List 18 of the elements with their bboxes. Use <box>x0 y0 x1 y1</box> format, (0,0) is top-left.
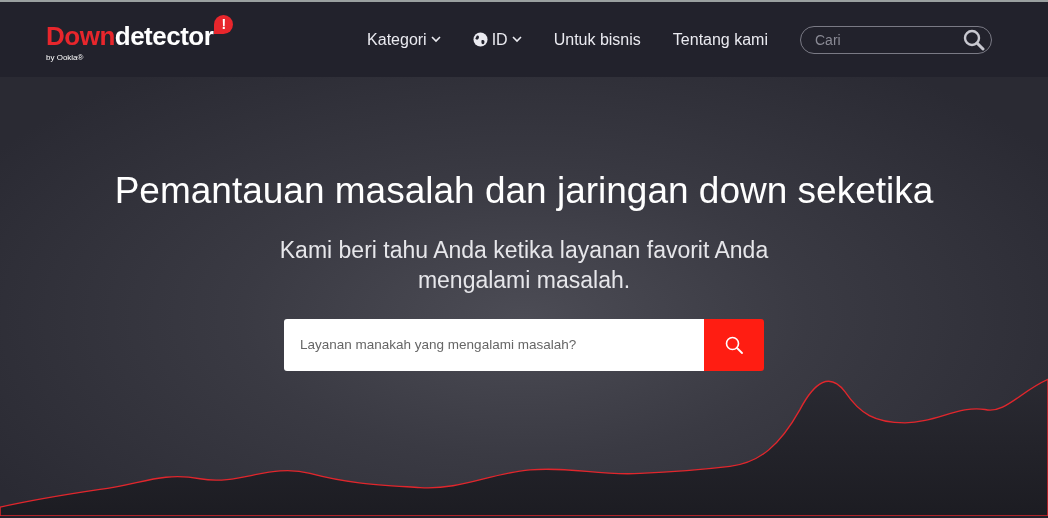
globe-icon <box>472 32 488 47</box>
caret-icon <box>430 36 441 43</box>
search-icon <box>963 28 985 51</box>
logo-tagline: by Ookla® <box>46 52 85 64</box>
search-field[interactable]: Cari <box>800 25 992 54</box>
language-dropdown[interactable]: ID <box>472 27 522 52</box>
nav-link[interactable]: Untuk bisnis <box>553 27 641 52</box>
hero-title: Pemantauan masalah dan jaringan down seketika <box>113 169 935 213</box>
logo[interactable]: Downdetector ! by Ookla® <box>46 15 234 64</box>
hero-subtitle: Kami beri tahu Anda ketika layanan favorit Anda mengalami masalah. <box>278 236 770 296</box>
nav-link[interactable]: Tentang kami <box>672 27 768 52</box>
nav-dropdown[interactable]: Kategori <box>367 27 441 52</box>
caret-icon <box>511 36 522 43</box>
search-field[interactable]: Layanan manakah yang mengalami masalah? <box>284 319 704 372</box>
alert-badge-icon: ! <box>214 15 234 34</box>
search-button[interactable] <box>704 319 764 372</box>
logo-text: Downdetector <box>46 23 214 49</box>
search-icon <box>725 336 743 355</box>
